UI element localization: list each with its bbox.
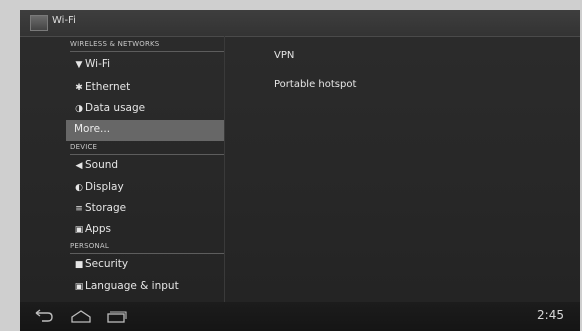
- keyboard-icon: ▣: [74, 282, 84, 292]
- display-icon: ◐: [75, 183, 83, 193]
- sidebar-item-label: Sound: [85, 159, 119, 171]
- sidebar-item-label: Ethernet: [85, 81, 131, 93]
- section-header-personal: PERSONAL: [70, 242, 224, 254]
- settings-header-list: WIRELESS & NETWORKS ▼ Wi-Fi ✱ Ethernet ◑…: [20, 36, 224, 302]
- lock-icon: ■: [74, 260, 84, 270]
- sidebar-item-label: More...: [74, 123, 111, 135]
- pane-divider: [224, 36, 225, 302]
- sidebar-item-label: Wi-Fi: [85, 58, 111, 70]
- section-divider: [70, 51, 224, 52]
- storage-icon: ≡: [75, 204, 83, 214]
- vpn-item[interactable]: VPN: [274, 50, 294, 61]
- sidebar-item-apps[interactable]: ▣ Apps: [66, 220, 224, 241]
- sidebar-item-display[interactable]: ◐ Display: [66, 178, 224, 199]
- section-header-wireless: WIRELESS & NETWORKS: [70, 40, 224, 52]
- sidebar-item-data-usage[interactable]: ◑ Data usage: [66, 99, 224, 120]
- sidebar-item-label: Data usage: [85, 102, 146, 114]
- portable-hotspot-item[interactable]: Portable hotspot: [274, 79, 356, 90]
- action-bar: Wi-Fi: [20, 10, 580, 37]
- sidebar-item-label: Apps: [85, 223, 111, 235]
- sidebar-item-language-input[interactable]: ▣ Language & input: [66, 277, 224, 298]
- sidebar-item-label: Storage: [85, 202, 127, 214]
- back-icon[interactable]: [32, 307, 56, 325]
- settings-screen: Wi-Fi WIRELESS & NETWORKS ▼ Wi-Fi ✱ Ethe…: [20, 10, 580, 331]
- section-divider: [70, 154, 224, 155]
- sidebar-item-sound[interactable]: ◀ Sound: [66, 156, 224, 177]
- sidebar-item-label: Security: [85, 258, 129, 270]
- sidebar-item-label: Display: [85, 181, 124, 193]
- section-header-device: DEVICE: [70, 143, 224, 155]
- sidebar-item-label: Language & input: [85, 280, 179, 292]
- section-divider: [70, 253, 224, 254]
- sidebar-item-ethernet[interactable]: ✱ Ethernet: [66, 78, 224, 99]
- sidebar-item-wifi[interactable]: ▼ Wi-Fi: [66, 55, 224, 76]
- sidebar-item-security[interactable]: ■ Security: [66, 255, 224, 276]
- wifi-icon: ▼: [75, 60, 83, 70]
- settings-app-icon[interactable]: [30, 15, 48, 31]
- apps-icon: ▣: [74, 225, 84, 235]
- system-nav-bar: 2:45: [20, 302, 580, 331]
- home-icon[interactable]: [69, 307, 93, 325]
- clock: 2:45: [537, 308, 564, 322]
- data-usage-icon: ◑: [75, 104, 83, 114]
- sidebar-item-more[interactable]: More...: [66, 120, 224, 141]
- speaker-icon: ◀: [75, 161, 83, 171]
- recents-icon[interactable]: [104, 307, 128, 325]
- sidebar-item-storage[interactable]: ≡ Storage: [66, 199, 224, 220]
- action-bar-title: Wi-Fi: [52, 15, 76, 26]
- ethernet-icon: ✱: [75, 83, 83, 93]
